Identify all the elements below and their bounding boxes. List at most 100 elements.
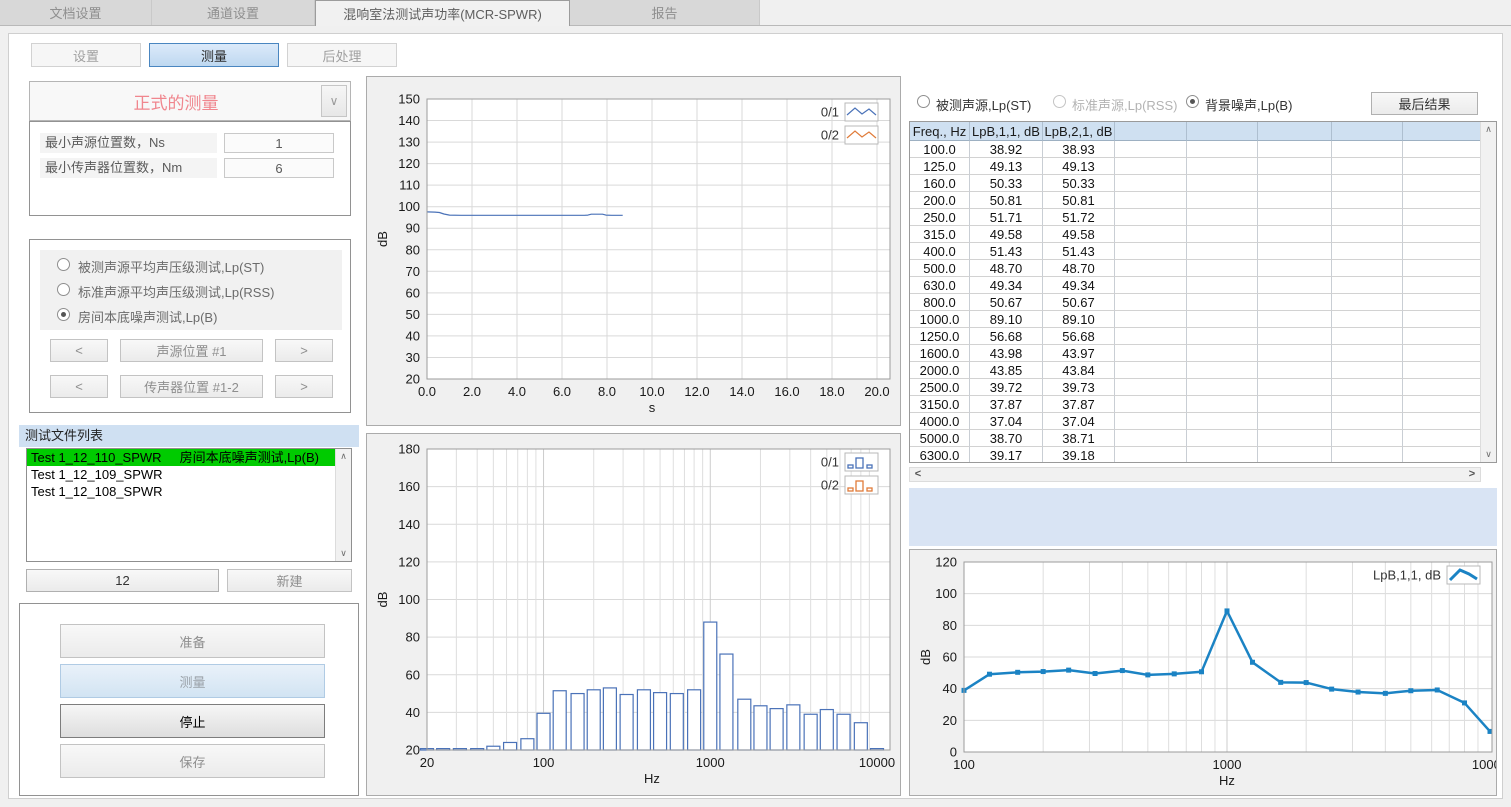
table-row[interactable]: 800.050.6750.67 xyxy=(910,294,1496,311)
mic-next-button[interactable]: > xyxy=(275,375,333,398)
table-row[interactable]: 250.051.7151.72 xyxy=(910,209,1496,226)
table-cell xyxy=(1187,447,1258,463)
table-vscrollbar[interactable]: ∧ ∨ xyxy=(1480,122,1496,462)
table-row[interactable]: 500.048.7048.70 xyxy=(910,260,1496,277)
svg-text:10000: 10000 xyxy=(1472,757,1496,772)
tab-mcr-spwr[interactable]: 混响室法测试声功率(MCR-SPWR) xyxy=(315,0,570,26)
ns-field-value[interactable]: 1 xyxy=(224,133,334,153)
measure-button[interactable]: 测量 xyxy=(60,664,325,698)
source-position-button[interactable]: 声源位置 #1 xyxy=(120,339,263,362)
subtab-postprocess[interactable]: 后处理 xyxy=(287,43,397,67)
list-item[interactable]: Test 1_12_108_SPWR xyxy=(27,483,335,500)
radio-lp-b-label: 房间本底噪声测试,Lp(B) xyxy=(78,307,217,326)
scroll-down-icon[interactable]: ∨ xyxy=(336,546,351,561)
mic-prev-button[interactable]: < xyxy=(50,375,108,398)
new-file-button[interactable]: 新建 xyxy=(227,569,352,592)
table-row[interactable]: 125.049.1349.13 xyxy=(910,158,1496,175)
list-item[interactable]: Test 1_12_109_SPWR xyxy=(27,466,335,483)
scroll-left-icon[interactable]: < xyxy=(910,468,926,481)
table-cell xyxy=(1332,447,1403,463)
table-row[interactable]: 2500.039.7239.73 xyxy=(910,379,1496,396)
result-radio-lp-st[interactable] xyxy=(917,95,930,108)
table-cell: 200.0 xyxy=(910,192,970,209)
svg-text:60: 60 xyxy=(406,285,420,300)
prepare-button[interactable]: 准备 xyxy=(60,624,325,658)
table-row[interactable]: 1600.043.9843.97 xyxy=(910,345,1496,362)
table-header-cell: LpB,2,1, dB xyxy=(1043,122,1115,141)
table-cell: 38.93 xyxy=(1043,141,1115,158)
table-cell xyxy=(1187,362,1258,379)
stop-button[interactable]: 停止 xyxy=(60,704,325,738)
table-row[interactable]: 4000.037.0437.04 xyxy=(910,413,1496,430)
source-prev-button[interactable]: < xyxy=(50,339,108,362)
final-result-button[interactable]: 最后结果 xyxy=(1371,92,1478,115)
test-file-list[interactable]: Test 1_12_110_SPWR房间本底噪声测试,Lp(B)Test 1_1… xyxy=(26,448,352,562)
subtab-measure[interactable]: 测量 xyxy=(149,43,279,67)
list-item[interactable]: Test 1_12_110_SPWR房间本底噪声测试,Lp(B) xyxy=(27,449,335,466)
svg-text:140: 140 xyxy=(398,517,420,532)
radio-lp-st[interactable] xyxy=(57,258,70,271)
table-row[interactable]: 630.049.3449.34 xyxy=(910,277,1496,294)
chevron-down-icon[interactable]: ∨ xyxy=(321,85,347,117)
table-row[interactable]: 1250.056.6856.68 xyxy=(910,328,1496,345)
table-row[interactable]: 6300.039.1739.18 xyxy=(910,447,1496,463)
table-cell xyxy=(1258,379,1332,396)
subtab-settings[interactable]: 设置 xyxy=(31,43,141,67)
file-name: Test 1_12_110_SPWR xyxy=(31,450,162,465)
file-count-button[interactable]: 12 xyxy=(26,569,219,592)
table-header-cell xyxy=(1258,122,1332,141)
table-row[interactable]: 5000.038.7038.71 xyxy=(910,430,1496,447)
table-cell: 89.10 xyxy=(1043,311,1115,328)
table-row[interactable]: 1000.089.1089.10 xyxy=(910,311,1496,328)
table-cell xyxy=(1332,209,1403,226)
table-row[interactable]: 315.049.5849.58 xyxy=(910,226,1496,243)
table-row[interactable]: 160.050.3350.33 xyxy=(910,175,1496,192)
scroll-right-icon[interactable]: > xyxy=(1464,468,1480,481)
table-header-cell xyxy=(1115,122,1187,141)
data-marker xyxy=(987,672,992,677)
file-list-scrollbar[interactable]: ∧ ∨ xyxy=(335,449,351,561)
tab-report[interactable]: 报告 xyxy=(570,0,760,25)
table-row[interactable]: 100.038.9238.93 xyxy=(910,141,1496,158)
nm-field-value[interactable]: 6 xyxy=(224,158,334,178)
tab-channel-settings[interactable]: 通道设置 xyxy=(152,0,315,25)
table-cell: 49.34 xyxy=(970,277,1043,294)
result-radio-lp-b[interactable] xyxy=(1186,95,1199,108)
svg-text:120: 120 xyxy=(398,554,420,569)
table-cell: 48.70 xyxy=(1043,260,1115,277)
table-cell xyxy=(1258,328,1332,345)
table-cell: 6300.0 xyxy=(910,447,970,463)
table-cell xyxy=(1258,175,1332,192)
legend-swatch[interactable] xyxy=(1447,566,1480,584)
results-grid[interactable]: Freq., HzLpB,1,1, dBLpB,2,1, dB100.038.9… xyxy=(909,121,1497,463)
tab-document-settings[interactable]: 文档设置 xyxy=(0,0,152,25)
table-row[interactable]: 3150.037.8737.87 xyxy=(910,396,1496,413)
result-radio-lp-rss-label: 标准声源,Lp(RSS) xyxy=(1072,95,1177,114)
table-row[interactable]: 400.051.4351.43 xyxy=(910,243,1496,260)
radio-lp-b[interactable] xyxy=(57,308,70,321)
measurement-mode-dropdown[interactable]: 正式的测量 ∨ xyxy=(29,81,351,121)
result-radio-lp-rss[interactable] xyxy=(1053,95,1066,108)
svg-text:0/2: 0/2 xyxy=(821,478,839,493)
table-hscrollbar[interactable]: < > xyxy=(909,467,1481,482)
bar xyxy=(637,690,650,750)
table-cell xyxy=(1258,294,1332,311)
table-row[interactable]: 200.050.8150.81 xyxy=(910,192,1496,209)
table-cell xyxy=(1403,192,1482,209)
table-cell xyxy=(1403,430,1482,447)
data-marker xyxy=(1408,688,1413,693)
source-next-button[interactable]: > xyxy=(275,339,333,362)
table-cell xyxy=(1115,294,1187,311)
scroll-up-icon[interactable]: ∧ xyxy=(1481,122,1496,137)
table-cell: 3150.0 xyxy=(910,396,970,413)
table-row[interactable]: 2000.043.8543.84 xyxy=(910,362,1496,379)
svg-text:4.0: 4.0 xyxy=(508,384,526,399)
table-cell xyxy=(1115,362,1187,379)
svg-text:70: 70 xyxy=(406,264,420,279)
radio-lp-rss[interactable] xyxy=(57,283,70,296)
save-button[interactable]: 保存 xyxy=(60,744,325,778)
mic-position-button[interactable]: 传声器位置 #1-2 xyxy=(120,375,263,398)
svg-text:60: 60 xyxy=(943,650,957,665)
scroll-up-icon[interactable]: ∧ xyxy=(336,449,351,464)
scroll-down-icon[interactable]: ∨ xyxy=(1481,447,1496,462)
